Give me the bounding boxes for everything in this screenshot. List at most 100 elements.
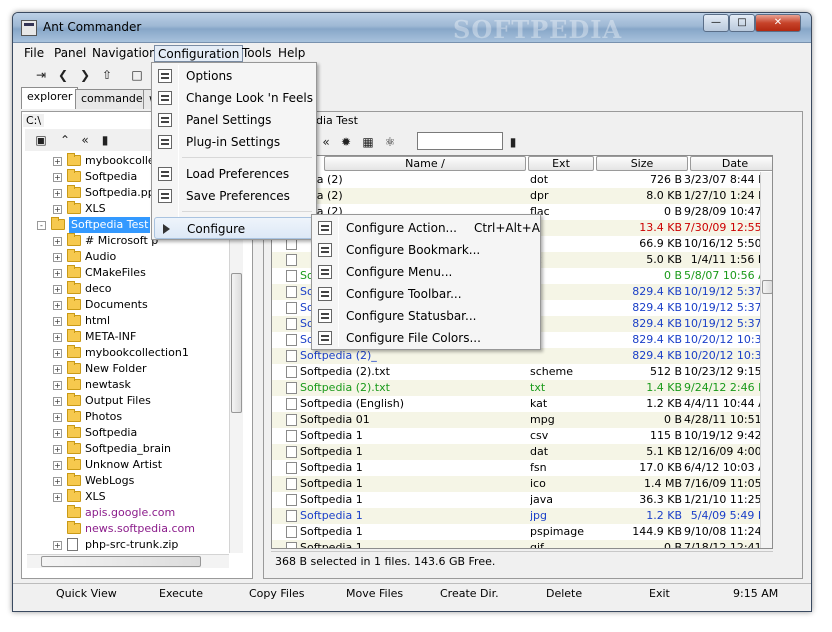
- expand-icon[interactable]: +: [53, 397, 62, 406]
- menu-item-change-look[interactable]: Change Look 'n Feels: [154, 87, 314, 109]
- tab-commander[interactable]: commander: [75, 89, 154, 109]
- save-icon[interactable]: ▣: [33, 132, 49, 148]
- go-in-icon[interactable]: ⇥: [33, 67, 49, 83]
- back-double-icon[interactable]: «: [77, 132, 93, 148]
- tree-item[interactable]: + Softpedia_brain: [27, 441, 227, 457]
- menu-item-load-preferences[interactable]: Load Preferences: [154, 163, 314, 185]
- tree-item[interactable]: + Softpedia: [27, 425, 227, 441]
- up-icon[interactable]: ⇧: [99, 67, 115, 83]
- expand-icon[interactable]: +: [53, 253, 62, 262]
- tree-horizontal-scrollbar[interactable]: [27, 554, 229, 568]
- tree-item[interactable]: + php-src-trunk.zip: [27, 537, 227, 553]
- menu-item-plugin-settings[interactable]: Plug-in Settings: [154, 131, 314, 153]
- tree-item[interactable]: + Documents: [27, 297, 227, 313]
- tree-item[interactable]: + Output Files: [27, 393, 227, 409]
- file-row[interactable]: Softpedia 1 dat 5.1 KB 12/16/09 4:00 AM: [272, 444, 772, 460]
- maximize-button[interactable]: □: [729, 14, 755, 32]
- up-arrow-icon[interactable]: ⌃: [57, 132, 73, 148]
- menu-panel[interactable]: Panel: [51, 45, 89, 62]
- file-row[interactable]: Softpedia 01 mpg 0 B 4/28/11 10:51 AM: [272, 412, 772, 428]
- expand-icon[interactable]: +: [53, 173, 62, 182]
- create-dir-button[interactable]: Create Dir.: [440, 587, 499, 600]
- tree-item[interactable]: + WebLogs: [27, 473, 227, 489]
- tree-item[interactable]: news.softpedia.com: [27, 521, 227, 537]
- device-icon[interactable]: ▮: [97, 132, 113, 148]
- menu-item-configure-toolbar[interactable]: Configure Toolbar...: [314, 283, 538, 305]
- menu-tools[interactable]: Tools: [239, 45, 275, 62]
- expand-icon[interactable]: +: [53, 381, 62, 390]
- grid-icon[interactable]: ▦: [360, 134, 376, 150]
- move-files-button[interactable]: Move Files: [346, 587, 403, 600]
- expand-icon[interactable]: +: [53, 317, 62, 326]
- expand-icon[interactable]: +: [53, 205, 62, 214]
- menu-configuration[interactable]: Configuration: [154, 45, 244, 62]
- tree-item[interactable]: + Unknow Artist: [27, 457, 227, 473]
- expand-icon[interactable]: +: [53, 349, 62, 358]
- expand-icon[interactable]: +: [53, 237, 62, 246]
- expand-icon[interactable]: +: [53, 493, 62, 502]
- file-list-vertical-scrollbar[interactable]: [760, 172, 772, 548]
- file-row[interactable]: Softpedia (2).txt scheme 512 B 10/23/12 9:1…: [272, 364, 772, 380]
- exit-button[interactable]: Exit: [649, 587, 670, 600]
- minimize-button[interactable]: —: [703, 14, 729, 32]
- column-header-size[interactable]: Size: [596, 156, 688, 171]
- file-row[interactable]: edia (2) dot 726 B 3/23/07 8:44 PM: [272, 172, 772, 188]
- back-double-icon[interactable]: «: [318, 134, 334, 150]
- menu-item-configure-bookmark[interactable]: Configure Bookmark...: [314, 239, 538, 261]
- tree-item[interactable]: + CMakeFiles: [27, 265, 227, 281]
- network-icon[interactable]: ⚛: [382, 134, 398, 150]
- tree-item[interactable]: + deco: [27, 281, 227, 297]
- tree-item[interactable]: + Audio: [27, 249, 227, 265]
- tree-item[interactable]: + Photos: [27, 409, 227, 425]
- tree-hscroll-thumb[interactable]: [41, 556, 201, 567]
- menu-item-options[interactable]: Options: [154, 65, 314, 87]
- tree-item[interactable]: + New Folder: [27, 361, 227, 377]
- tree-item[interactable]: + mybookcollection1: [27, 345, 227, 361]
- delete-button[interactable]: Delete: [546, 587, 582, 600]
- expand-icon[interactable]: +: [53, 445, 62, 454]
- column-header-date[interactable]: Date: [690, 156, 772, 171]
- tree-item[interactable]: + newtask: [27, 377, 227, 393]
- device-icon[interactable]: ▮: [505, 134, 521, 150]
- menu-help[interactable]: Help: [275, 45, 308, 62]
- execute-button[interactable]: Execute: [159, 587, 203, 600]
- expand-icon[interactable]: +: [53, 333, 62, 342]
- menu-item-save-preferences[interactable]: Save Preferences: [154, 185, 314, 207]
- file-row[interactable]: Softpedia (2)_ 829.4 KB 10/20/12 10:34 ...: [272, 348, 772, 364]
- file-row[interactable]: Softpedia 1 qif 0 B 7/18/12 12:41 PM: [272, 540, 772, 548]
- quick-view-button[interactable]: Quick View: [56, 587, 117, 600]
- menu-item-configure-action[interactable]: Configure Action... Ctrl+Alt+A: [314, 217, 540, 239]
- tree-scroll-thumb[interactable]: [231, 273, 242, 413]
- expand-icon[interactable]: +: [53, 541, 62, 550]
- back-icon[interactable]: ❮: [55, 67, 71, 83]
- expand-icon[interactable]: +: [53, 285, 62, 294]
- tree-item[interactable]: apis.google.com: [27, 505, 227, 521]
- settings-icon[interactable]: ✹: [338, 134, 354, 150]
- file-row[interactable]: Softpedia 1 ico 1.4 MB 7/16/09 11:05 AM: [272, 476, 772, 492]
- expand-icon[interactable]: +: [53, 461, 62, 470]
- file-row[interactable]: Softpedia 1 java 36.3 KB 1/21/10 11:25 AM: [272, 492, 772, 508]
- menu-navigation[interactable]: Navigation: [89, 45, 160, 62]
- expand-icon[interactable]: +: [53, 301, 62, 310]
- menu-item-configure-statusbar[interactable]: Configure Statusbar...: [314, 305, 538, 327]
- menu-file[interactable]: File: [21, 45, 47, 62]
- expand-icon[interactable]: +: [53, 157, 62, 166]
- file-row[interactable]: Softpedia 1 jpg 1.2 KB 5/4/09 5:49 PM: [272, 508, 772, 524]
- file-list-scroll-thumb[interactable]: [762, 280, 772, 294]
- copy-files-button[interactable]: Copy Files: [249, 587, 305, 600]
- file-row[interactable]: edia (2) dpr 8.0 KB 1/27/10 1:24 PM: [272, 188, 772, 204]
- new-file-icon[interactable]: □: [129, 67, 145, 83]
- expand-icon[interactable]: +: [53, 189, 62, 198]
- tree-item[interactable]: + html: [27, 313, 227, 329]
- file-row[interactable]: Softpedia 1 csv 115 B 10/19/12 9:42 AM: [272, 428, 772, 444]
- column-header-ext[interactable]: Ext: [528, 156, 594, 171]
- tree-item[interactable]: + META-INF: [27, 329, 227, 345]
- expand-icon[interactable]: +: [53, 477, 62, 486]
- close-button[interactable]: ✕: [755, 14, 801, 32]
- file-row[interactable]: Softpedia 1 pspimage 144.9 KB 9/10/08 11:24…: [272, 524, 772, 540]
- column-header-name[interactable]: Name ∕: [324, 156, 526, 171]
- menu-item-configure[interactable]: Configure: [154, 217, 314, 239]
- expand-icon[interactable]: +: [53, 413, 62, 422]
- expand-icon[interactable]: +: [53, 429, 62, 438]
- file-row[interactable]: Softpedia (English) kat 1.2 KB 4/4/11 10:44…: [272, 396, 772, 412]
